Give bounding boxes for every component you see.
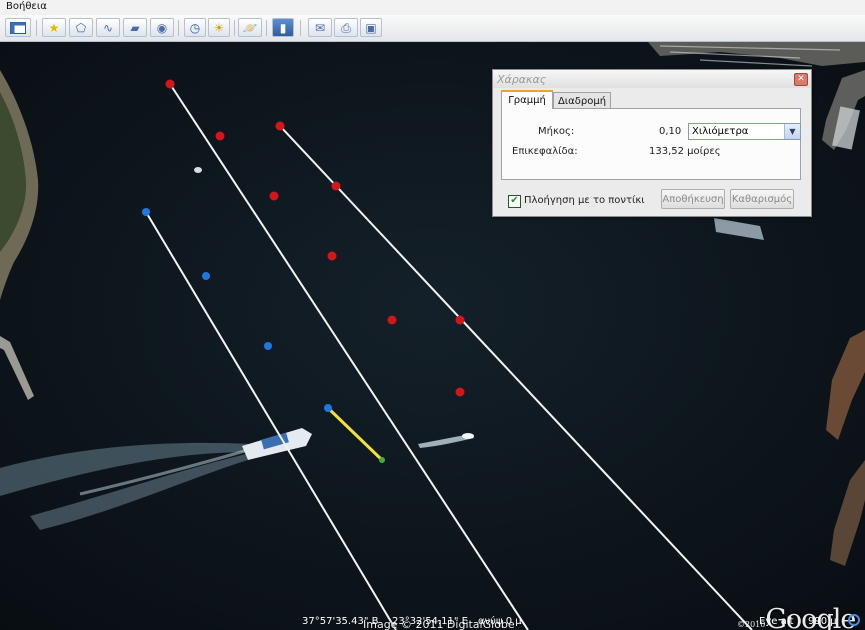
print-button[interactable]: ⎙ [334,18,358,37]
status-bar: 37°57'35.43" B 23°32'54.11" E ανύψ 0 μ E… [0,612,865,630]
eye-alt-value: 990 μ [808,616,837,627]
dialog-title-bar[interactable]: Χάρακας ✕ [493,70,811,88]
dialog-title: Χάρακας [497,73,547,86]
close-icon[interactable]: ✕ [794,73,808,86]
menu-bar: Βοήθεια [0,0,865,16]
length-label: Μήκος: [538,126,575,137]
toolbar-separator [36,20,37,36]
chevron-down-icon[interactable]: ▼ [784,124,800,139]
menu-help[interactable]: Βοήθεια [6,1,47,12]
ruler-end-point [379,457,385,463]
sunlight-button[interactable]: ☀ [208,18,230,37]
add-image-overlay-button[interactable]: ▰ [123,18,147,37]
tab-path[interactable]: Διαδρομή [553,92,611,109]
save-button-label: Αποθήκευση [662,193,724,205]
envelope-icon: ✉ [314,20,326,35]
picture-icon: ▣ [365,20,377,35]
image-overlay-icon: ▰ [130,20,140,35]
sun-icon: ☀ [213,20,225,35]
email-button[interactable]: ✉ [308,18,332,37]
tab-panel-line: Μήκος: 0,10 Χιλιόμετρα ▼ Επικεφαλίδα: 13… [501,108,801,180]
toolbar-separator [234,20,235,36]
ruler-dialog: Χάρακας ✕ Γραμμή Διαδρομή Μήκος: 0,10 Χι… [492,69,812,217]
add-placemark-button[interactable]: ★ [42,18,66,37]
ruler-icon: ▮ [279,20,287,35]
ruler-button[interactable]: ▮ [272,18,294,37]
longitude-readout: 23°32'54.11" E [392,616,468,627]
streaming-indicator-icon [848,614,860,626]
mouse-navigation-checkbox[interactable]: ✔ [508,195,521,208]
heading-value: 133,52 μοίρες [649,146,721,157]
clear-button[interactable]: Καθαρισμός [730,189,794,209]
tab-line-label: Γραμμή [508,95,546,106]
unit-select[interactable]: Χιλιόμετρα ▼ [688,123,801,140]
toolbar-separator [266,20,267,36]
toolbar: ★ ⬠ ∿ ▰ ◉ ◷ ☀ 🪐 ▮ ✉ ⎙ ▣ [0,15,865,42]
latitude-readout: 37°57'35.43" B [302,616,379,627]
unit-select-value: Χιλιόμετρα [692,126,749,137]
save-image-button[interactable]: ▣ [360,18,382,37]
polygon-icon: ⬠ [75,20,87,35]
switch-planets-button[interactable]: 🪐 [238,18,262,37]
add-path-button[interactable]: ∿ [96,18,120,37]
camera-icon: ◉ [156,20,168,35]
record-tour-button[interactable]: ◉ [150,18,174,37]
historical-imagery-button[interactable]: ◷ [184,18,206,37]
toolbar-separator [178,20,179,36]
tab-path-label: Διαδρομή [557,95,607,107]
length-value: 0,10 [659,126,682,137]
planet-icon: 🪐 [242,20,258,35]
toolbar-separator [300,20,301,36]
sidebar-toggle-button[interactable] [5,18,31,37]
clock-icon: ◷ [189,20,201,35]
path-icon: ∿ [102,20,114,35]
eye-alt-label: Eye alt [759,616,794,627]
tab-line[interactable]: Γραμμή [501,90,553,109]
mouse-navigation-label: Πλοήγηση με το ποντίκι [524,195,645,206]
sidebar-icon [10,21,26,34]
pushpin-icon: ★ [48,20,60,35]
save-button[interactable]: Αποθήκευση [661,189,725,209]
add-polygon-button[interactable]: ⬠ [69,18,93,37]
elevation-readout: ανύψ 0 μ [478,616,522,627]
heading-label: Επικεφαλίδα: [512,146,578,157]
clear-button-label: Καθαρισμός [731,193,793,205]
printer-icon: ⎙ [341,20,351,35]
